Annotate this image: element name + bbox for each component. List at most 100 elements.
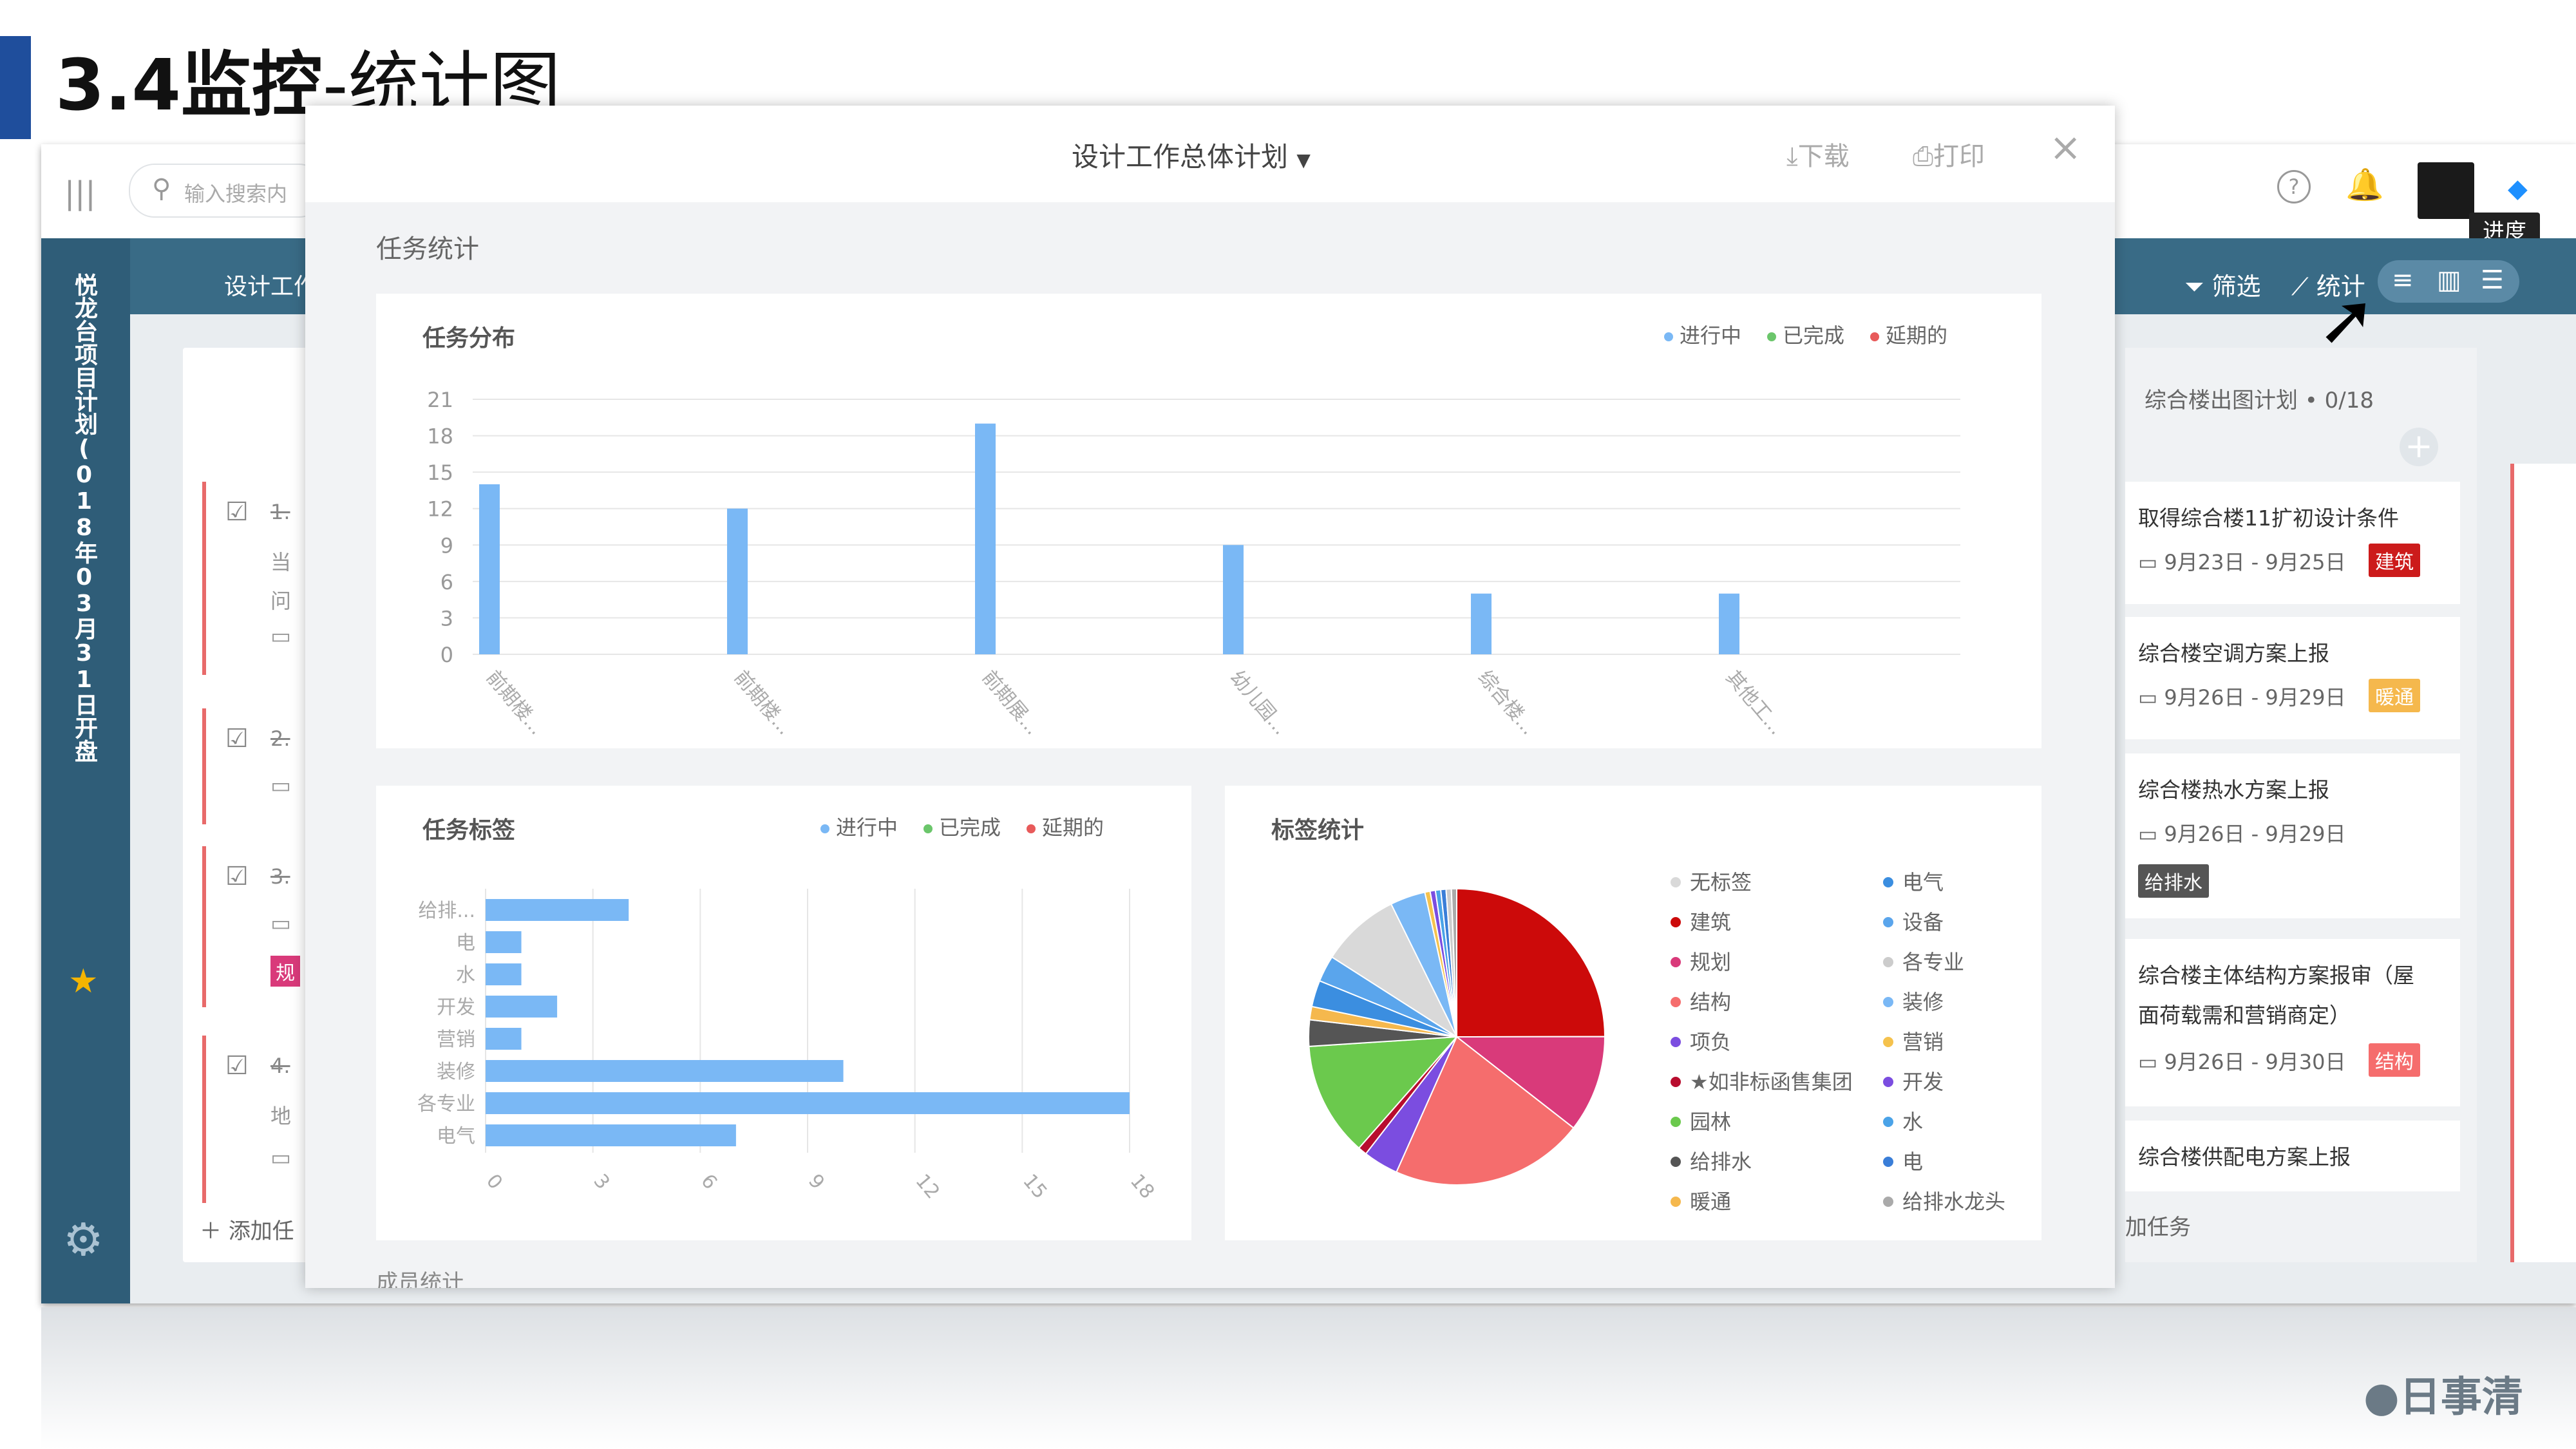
- legend-dot: [1671, 917, 1681, 927]
- task-title: 综合楼空调方案上报: [2138, 641, 2329, 666]
- diamond-icon[interactable]: ◆: [2508, 174, 2528, 204]
- tag-stats-pie: 无标签建筑规划结构项负 ★如非标函售集团园林给排水暖通 电气设备各专业装修营销开发水…: [1308, 870, 2005, 1214]
- x-tick-label: 15: [1018, 1170, 1051, 1204]
- x-tick-label: 其他工...: [1721, 667, 1788, 739]
- calendar-icon: ▭: [270, 623, 292, 649]
- y-tick-label: 电: [456, 932, 475, 954]
- add-task-button[interactable]: ＋ 添加任: [200, 1213, 294, 1245]
- legend-label: ★如非标函售集团: [1690, 1070, 1853, 1094]
- panel-tag-stats: 标签统计 无标签 建筑 规划 结构 项负 ★如非标函售集团 园林 给排水 暖通 电气 设备 各专业 装修…: [1225, 786, 2041, 1240]
- legend-label: 项负: [1690, 1030, 1731, 1054]
- legend-label: 各专业: [1902, 950, 1964, 974]
- close-icon[interactable]: ×: [2049, 125, 2081, 170]
- help-icon[interactable]: ?: [2277, 170, 2311, 204]
- legend-dot: [1671, 877, 1681, 887]
- stats-modal: 设计工作总体计划 ▼ ⤓下载 ⎙打印 × 任务统计 任务分布 进行中 已完成 延…: [305, 106, 2115, 1288]
- task-title: 综合楼主体结构方案报审（屋: [2138, 963, 2414, 988]
- task-title-line2: 面荷载需和营销商定）: [2138, 1003, 2351, 1028]
- x-tick-label: 前期展...: [978, 667, 1044, 739]
- legend-dot: [1671, 1197, 1681, 1207]
- task-card[interactable]: 综合楼空调方案上报 ▭ 9月26日 - 9月29日 暖通: [2125, 617, 2460, 739]
- task-card[interactable]: 取得综合楼11扩初设计条件 ▭ 9月23日 - 9月25日 建筑: [2125, 482, 2460, 604]
- legend-label: 设备: [1902, 910, 1944, 934]
- y-tick-label: 营销: [437, 1028, 475, 1051]
- legend-dot: [1671, 1077, 1681, 1087]
- member-stats-title: 成员统计: [376, 1270, 464, 1288]
- board-view-icon[interactable]: ▥: [2437, 265, 2461, 295]
- task-title: 综合楼供配电方案上报: [2138, 1144, 2351, 1170]
- legend-label: 开发: [1902, 1070, 1944, 1094]
- task-card[interactable]: 综合楼热水方案上报 ▭ 9月26日 - 9月29日 给排水: [2125, 753, 2460, 918]
- filter-button[interactable]: ⏷ 筛选: [2184, 267, 2261, 302]
- board-column-partial: [2510, 464, 2576, 1262]
- legend-label: 建筑: [1690, 910, 1731, 934]
- calendar-icon: ▭: [2138, 550, 2158, 574]
- bar: [1223, 545, 1244, 654]
- bar: [486, 1060, 844, 1082]
- x-tick-label: 前期楼...: [730, 667, 796, 739]
- legend-label: 暖通: [1690, 1189, 1731, 1214]
- legend-label: 无标签: [1690, 870, 1752, 895]
- gear-icon[interactable]: ⚙: [63, 1213, 104, 1266]
- print-icon: ⎙: [1913, 142, 1933, 171]
- bar: [486, 1028, 522, 1050]
- task-card[interactable]: 综合楼供配电方案上报: [2125, 1121, 2460, 1191]
- avatar[interactable]: [2418, 162, 2474, 219]
- caret-down-icon: ▼: [1296, 149, 1311, 171]
- project-title[interactable]: 悦龙台项目计划(018年03月31日开盘: [71, 273, 100, 762]
- checkbox-icon[interactable]: ☑: [225, 862, 249, 891]
- task-date: ▭ 9月26日 - 9月29日: [2138, 685, 2346, 710]
- cursor-icon: ➚: [2317, 278, 2377, 361]
- bell-icon[interactable]: 🔔: [2345, 166, 2384, 203]
- checkbox-icon[interactable]: ☑: [225, 1051, 249, 1081]
- y-tick-label: 6: [440, 570, 453, 594]
- legend-label: 结构: [1690, 990, 1731, 1014]
- add-task-button[interactable]: 加任务: [2125, 1209, 2191, 1241]
- x-tick-label: 6: [696, 1170, 721, 1194]
- task-title: 2.: [270, 726, 290, 751]
- x-tick-label: 幼儿园...: [1226, 667, 1292, 739]
- star-icon[interactable]: ★: [68, 962, 99, 1001]
- task-card[interactable]: 综合楼主体结构方案报审（屋 面荷载需和营销商定） ▭ 9月26日 - 9月30日…: [2125, 939, 2460, 1106]
- task-title: 3.: [270, 864, 290, 889]
- bar: [486, 1124, 736, 1146]
- legend-label: 规划: [1690, 950, 1731, 974]
- calendar-icon: ▭: [270, 1145, 292, 1171]
- task-text: 当: [270, 550, 292, 574]
- task-tag: 暖通: [2369, 679, 2420, 712]
- panel-task-distribution: 任务分布 进行中 已完成 延期的 0 3 6 9 12 15 18 21 前期楼... 前期楼..…: [376, 294, 2041, 748]
- y-tick-label: 15: [427, 460, 453, 485]
- bar: [479, 484, 500, 654]
- task-title: 综合楼热水方案上报: [2138, 777, 2329, 802]
- y-tick-label: 装修: [437, 1061, 475, 1083]
- menu-icon[interactable]: |||: [64, 175, 96, 211]
- modal-title-dropdown[interactable]: 设计工作总体计划 ▼: [1072, 135, 1311, 175]
- legend-dot: [1883, 1197, 1893, 1207]
- download-button[interactable]: ⤓下载: [1786, 135, 1850, 173]
- legend-label: 装修: [1902, 990, 1944, 1014]
- search-input[interactable]: 输入搜索内: [184, 178, 287, 207]
- list-view-icon[interactable]: ≡: [2392, 265, 2414, 295]
- legend-label: 电气: [1902, 870, 1944, 895]
- x-tick-label: 综合楼...: [1473, 667, 1540, 739]
- task-distribution-chart: 0 3 6 9 12 15 18 21 前期楼... 前期楼... 前期展... 幼儿园... 综合楼.…: [427, 388, 1960, 739]
- checkbox-icon[interactable]: ☑: [225, 497, 249, 527]
- checkbox-icon[interactable]: ☑: [225, 724, 249, 753]
- bar: [486, 963, 522, 985]
- x-tick-label: 12: [911, 1170, 944, 1204]
- legend-label: 给排水龙头: [1902, 1189, 2005, 1214]
- legend-dot: [1883, 997, 1893, 1007]
- calendar-icon: ▭: [2138, 685, 2158, 710]
- print-button[interactable]: ⎙打印: [1913, 135, 1985, 173]
- y-tick-label: 18: [427, 424, 453, 449]
- add-card-icon[interactable]: +: [2400, 428, 2438, 466]
- legend-dot: [1883, 957, 1893, 967]
- gantt-view-icon[interactable]: ☰: [2481, 265, 2504, 295]
- legend-dot: [1883, 1037, 1893, 1047]
- search-box[interactable]: ⚲ 输入搜索内: [129, 164, 325, 218]
- view-switcher: ≡ ▥ ☰: [2378, 260, 2519, 303]
- bar: [486, 931, 522, 953]
- search-icon: ⚲: [152, 174, 171, 204]
- x-tick-label: 前期楼...: [482, 667, 548, 739]
- task-text: 地: [270, 1104, 292, 1128]
